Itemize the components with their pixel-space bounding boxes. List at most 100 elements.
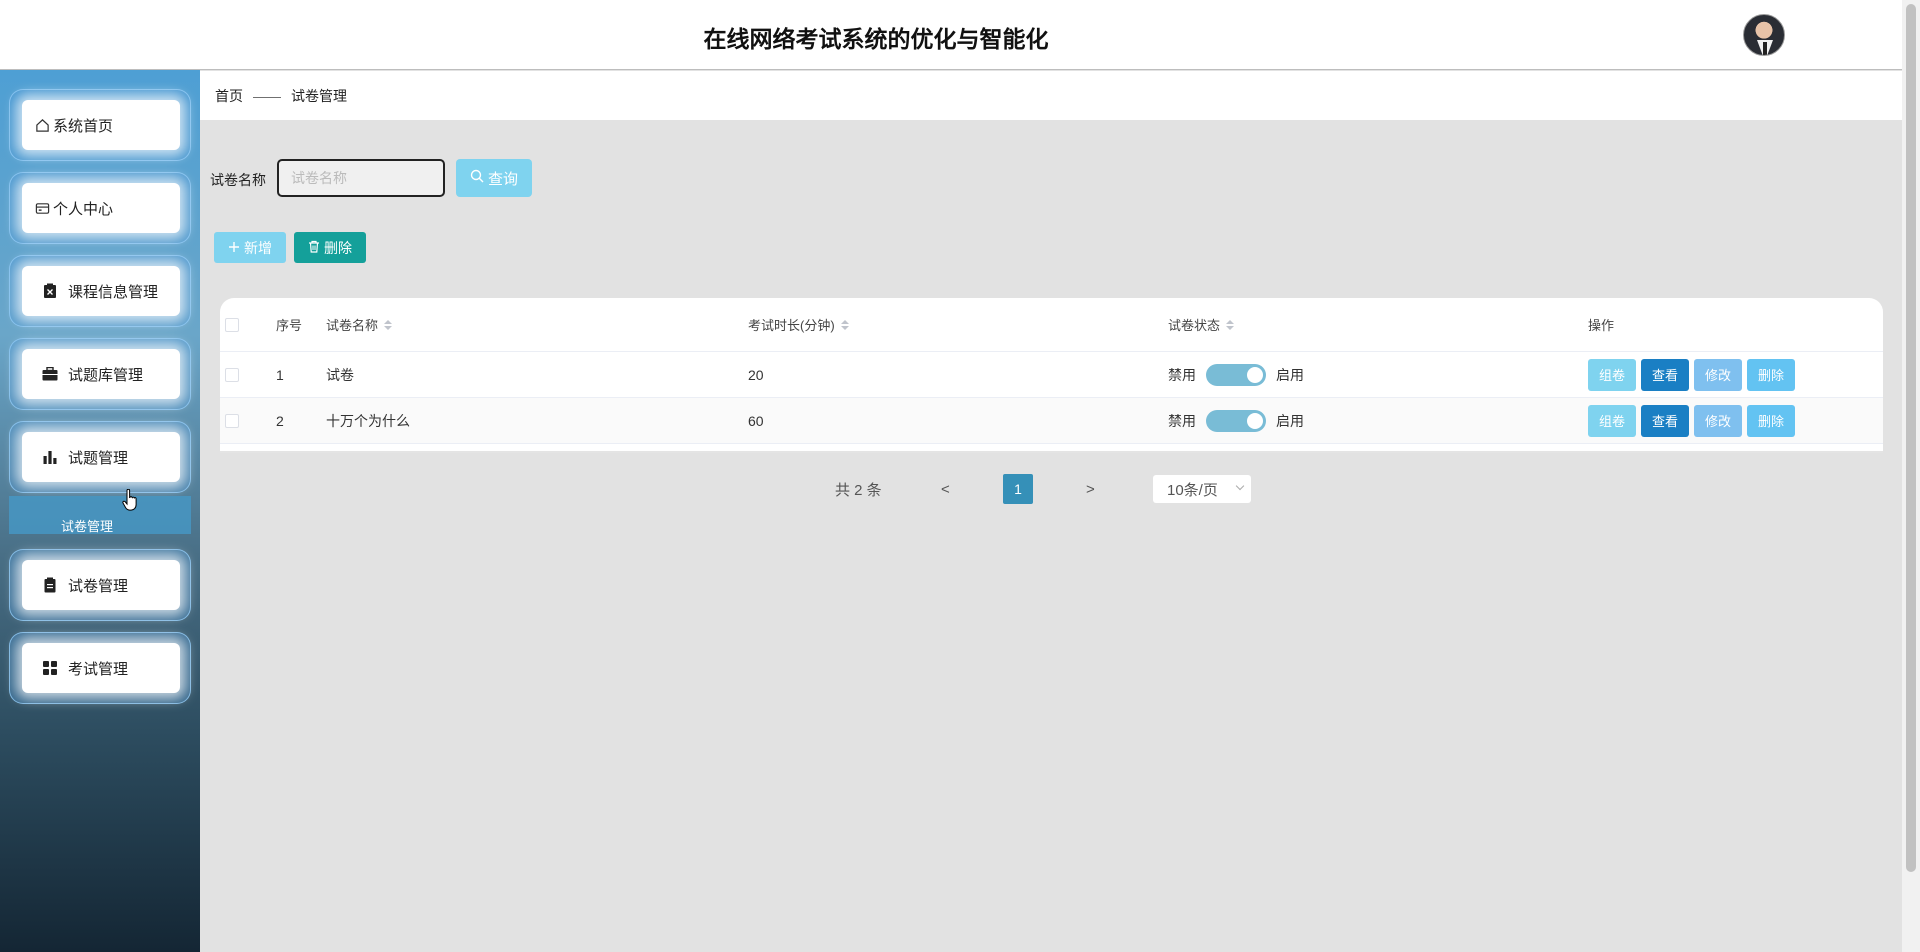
row-paper-name: 十万个为什么 [326,412,410,429]
view-button[interactable]: 查看 [1641,404,1689,437]
view-button[interactable]: 查看 [1641,358,1689,391]
sidebar-item-questions[interactable]: 试题管理 [9,421,191,493]
app-title: 在线网络考试系统的优化与智能化 [703,26,1049,52]
top-header: 在线网络考试系统的优化与智能化 [0,0,1902,70]
plus-icon [228,240,240,256]
page-scrollbar[interactable] [1902,0,1920,952]
user-avatar[interactable] [1743,14,1785,56]
delete-button-label: 删除 [324,239,352,256]
sidebar: 系统首页 个人中心 课程信息管理 试题库管理 试题管理 试卷管理 试卷管理 考试… [0,70,200,952]
paper-name-input[interactable] [277,159,445,197]
pagination-next[interactable]: > [1086,474,1095,504]
row-delete-button[interactable]: 删除 [1747,358,1795,391]
column-header-duration[interactable]: 考试时长(分钟) [748,298,849,351]
status-toggle[interactable] [1206,363,1266,386]
row-status: 禁用 启用 [1168,398,1304,443]
sidebar-item-course[interactable]: 课程信息管理 [9,255,191,327]
breadcrumb-current: 试卷管理 [291,87,347,104]
row-actions: 组卷 查看 修改 删除 [1588,398,1800,443]
pagination-prev[interactable]: < [941,474,950,504]
row-actions: 组卷 查看 修改 删除 [1588,352,1800,397]
hand-cursor-icon [122,488,138,516]
row-select-cell [225,352,239,397]
clipboard-icon [42,577,58,593]
page-size-select[interactable]: 10条/页 [1153,475,1251,503]
page-size-value: 10条/页 [1167,481,1218,499]
status-off-label: 禁用 [1168,412,1196,429]
compose-button[interactable]: 组卷 [1588,404,1636,437]
search-icon [470,169,484,187]
sidebar-item-profile-button[interactable]: 个人中心 [22,183,180,233]
sidebar-item-paper[interactable]: 试卷管理 [9,549,191,621]
sidebar-item-label: 个人中心 [53,200,114,218]
paper-table: 序号 试卷名称 考试时长(分钟) 试卷状态 操作 1 试卷 20 禁用 启用 组… [220,298,1883,453]
column-header-status[interactable]: 试卷状态 [1168,298,1235,351]
row-status: 禁用 启用 [1168,352,1304,397]
sidebar-item-paper-button[interactable]: 试卷管理 [22,560,180,610]
status-on-label: 启用 [1276,366,1304,383]
compose-button[interactable]: 组卷 [1588,358,1636,391]
breadcrumb-home[interactable]: 首页 [215,86,243,106]
trash-icon [308,240,320,256]
sort-icon[interactable] [840,319,849,330]
sidebar-item-home-button[interactable]: 系统首页 [22,100,180,150]
select-all-checkbox[interactable] [225,317,239,332]
edit-button[interactable]: 修改 [1694,404,1742,437]
column-header-label: 试卷名称 [326,318,379,333]
row-select-cell [225,398,239,443]
table-row: 2 十万个为什么 60 禁用 启用 组卷 查看 修改 删除 [220,398,1883,444]
add-button[interactable]: 新增 [214,232,286,263]
row-duration: 20 [748,366,764,383]
row-duration: 60 [748,412,764,429]
sidebar-item-questions-button[interactable]: 试题管理 [22,432,180,482]
sidebar-item-label: 考试管理 [68,660,129,678]
toggle-knob [1247,366,1263,383]
column-header-name[interactable]: 试卷名称 [326,298,393,351]
sidebar-submenu-paper[interactable]: 试卷管理 [9,496,191,534]
home-icon [34,117,50,133]
sidebar-item-question-bank[interactable]: 试题库管理 [9,338,191,410]
pagination-page-1[interactable]: 1 [1003,474,1033,504]
row-delete-button[interactable]: 删除 [1747,404,1795,437]
sidebar-item-question-bank-button[interactable]: 试题库管理 [22,349,180,399]
sidebar-item-exam-button[interactable]: 考试管理 [22,643,180,693]
sidebar-item-label: 试题库管理 [68,366,144,384]
column-header-label: 考试时长(分钟) [748,318,835,333]
table-row: 1 试卷 20 禁用 启用 组卷 查看 修改 删除 [220,352,1883,398]
status-on-label: 启用 [1276,412,1304,429]
row-index: 1 [276,366,284,383]
briefcase-icon [42,366,58,382]
sort-icon[interactable] [384,319,393,330]
sidebar-item-label: 试题管理 [68,449,129,467]
table-header-row: 序号 试卷名称 考试时长(分钟) 试卷状态 操作 [220,298,1883,352]
delete-button[interactable]: 删除 [294,232,366,263]
breadcrumb-separator: —— [253,87,281,104]
search-label: 试卷名称 [210,172,266,188]
sidebar-item-home[interactable]: 系统首页 [9,89,191,161]
row-index: 2 [276,412,284,429]
status-toggle[interactable] [1206,409,1266,432]
sidebar-item-course-button[interactable]: 课程信息管理 [22,266,180,316]
column-header-actions: 操作 [1588,318,1615,333]
scrollbar-thumb[interactable] [1906,4,1916,872]
sidebar-item-profile[interactable]: 个人中心 [9,172,191,244]
column-header-index: 序号 [276,318,303,333]
search-button-label: 查询 [487,170,518,188]
toggle-knob [1247,412,1263,429]
clipboard-x-icon [42,283,58,299]
search-button[interactable]: 查询 [456,159,532,197]
row-paper-name: 试卷 [326,366,354,383]
bar-chart-icon [42,449,58,465]
row-checkbox[interactable] [225,413,239,428]
sidebar-item-exam[interactable]: 考试管理 [9,632,191,704]
breadcrumb: 首页 —— 试卷管理 [200,71,1902,120]
edit-button[interactable]: 修改 [1694,358,1742,391]
grid-icon [42,660,58,676]
avatar-tie [1763,42,1767,55]
sidebar-item-label: 试卷管理 [68,577,129,595]
sort-icon[interactable] [1226,319,1235,330]
sidebar-item-label: 系统首页 [53,117,114,135]
row-checkbox[interactable] [225,367,239,382]
wallet-icon [34,200,50,216]
pagination-total: 共 2 条 [835,481,882,499]
